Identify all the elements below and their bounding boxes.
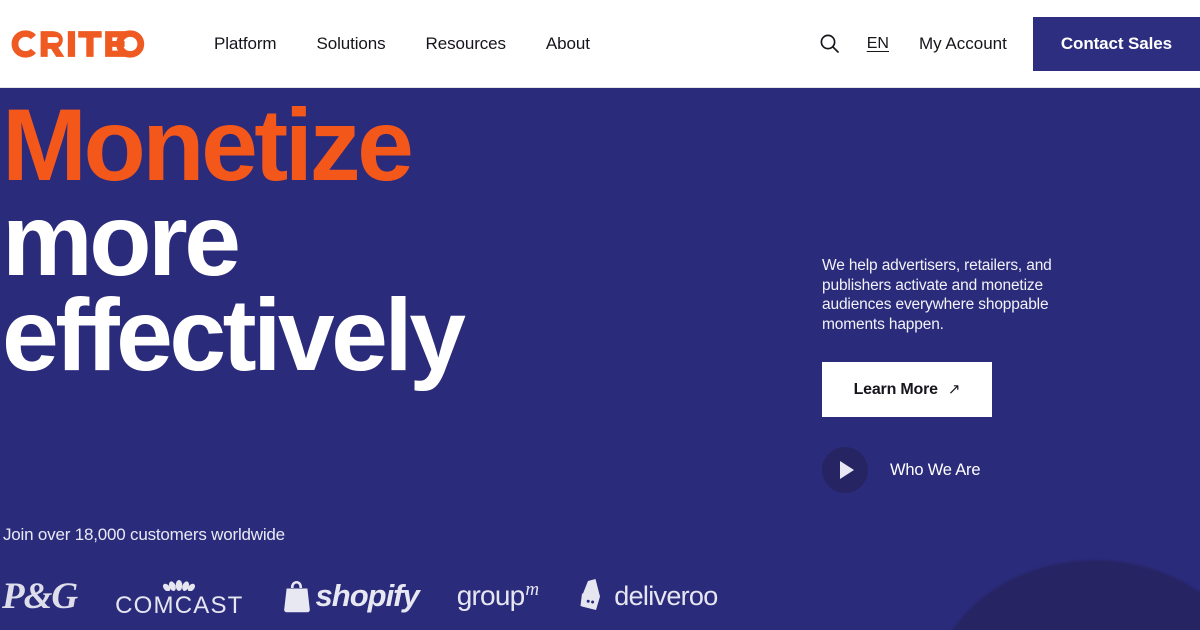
site-header: Platform Solutions Resources About EN My… [0, 0, 1200, 88]
hero-description: We help advertisers, retailers, and publ… [822, 257, 1052, 333]
arrow-up-right-icon: ↗ [947, 381, 961, 399]
shopify-bag-icon [283, 581, 310, 613]
comcast-peacock-icon [163, 580, 196, 591]
header-actions: EN My Account Contact Sales [813, 0, 1200, 87]
headline-line-3: effectively [2, 277, 466, 392]
logo-deliveroo: deliveroo [576, 577, 718, 615]
logo-groupm: group m [456, 579, 539, 611]
learn-more-button[interactable]: Learn More ↗ [822, 362, 992, 418]
nav-item-platform[interactable]: Platform [214, 34, 277, 54]
hero-headline: Monetize more effectively [2, 88, 466, 392]
page-root: Platform Solutions Resources About EN My… [0, 0, 1200, 630]
hero-section: Monetize more effectively We help advert… [0, 88, 1200, 630]
criteo-logo-mark [11, 29, 145, 58]
search-button[interactable] [813, 27, 847, 61]
learn-more-label: Learn More [853, 380, 938, 398]
who-we-are-video-link[interactable]: Who We Are [822, 447, 1022, 494]
play-icon [822, 447, 868, 494]
nav-item-about[interactable]: About [546, 34, 590, 54]
criteo-logo[interactable] [10, 0, 146, 87]
language-selector[interactable]: EN [867, 35, 889, 53]
headline-line-2: more [2, 182, 241, 297]
customer-logos: P&G COMCAST shopify group m deliveroo [2, 566, 718, 626]
contact-sales-button[interactable]: Contact Sales [1032, 16, 1200, 71]
search-icon [820, 34, 840, 53]
play-triangle [840, 461, 854, 480]
main-nav: Platform Solutions Resources About [214, 34, 590, 54]
customers-tagline: Join over 18,000 customers worldwide [3, 525, 285, 544]
logo-comcast: COMCAST [115, 572, 243, 620]
deliveroo-mark-icon [580, 579, 601, 610]
hero-side-column: We help advertisers, retailers, and publ… [822, 256, 1122, 494]
headline-line-1: Monetize [2, 88, 414, 202]
logo-shopify: shopify [282, 578, 420, 614]
nav-item-resources[interactable]: Resources [426, 34, 506, 54]
my-account-link[interactable]: My Account [919, 34, 1007, 54]
nav-item-solutions[interactable]: Solutions [317, 34, 386, 54]
who-we-are-label: Who We Are [890, 460, 981, 479]
logo-pg: P&G [2, 575, 78, 617]
